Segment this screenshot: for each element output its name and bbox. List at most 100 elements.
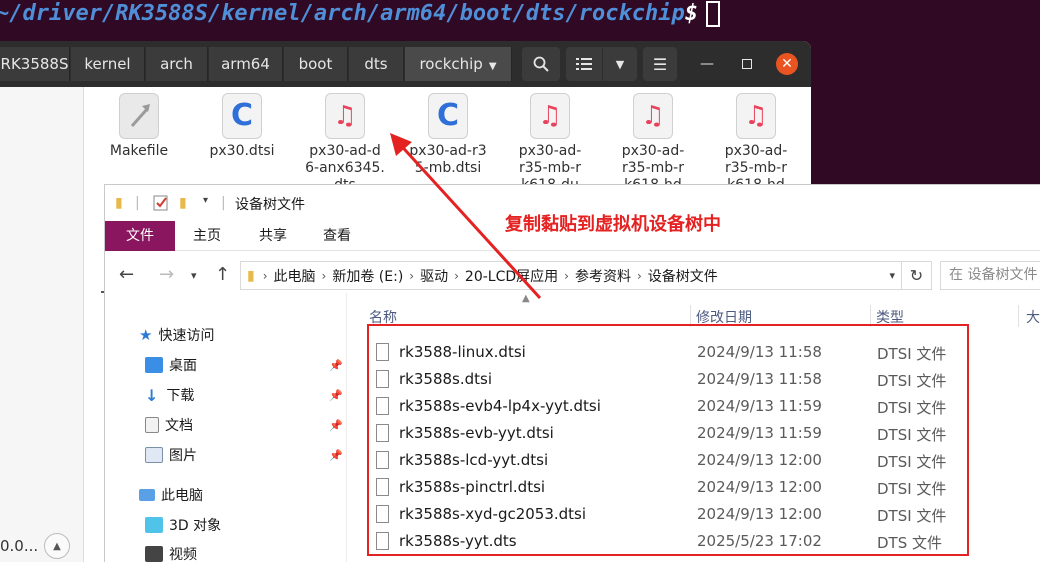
computer-icon <box>139 489 155 501</box>
view-options-button[interactable]: ▼ <box>603 47 637 81</box>
search-icon <box>533 56 549 72</box>
chevron-right-icon: › <box>636 268 642 283</box>
address-segment[interactable]: 设备树文件 <box>648 266 718 286</box>
address-bar[interactable]: ▮ › 此电脑 › 新加卷 (E:) › 驱动 › 20-LCD屏应用 › 参考… <box>240 261 902 290</box>
nautilus-sidebar: 0.0... ▲ <box>0 87 84 562</box>
explorer-sidebar: ★ 快速访问 桌面 📌 ↓ 下载 📌 文档 📌 图片 📌 此电脑 3D 对象 视… <box>105 293 347 562</box>
terminal-prompt-line: ~/driver/RK3588S/kernel/arch/arm64/boot/… <box>0 0 720 28</box>
search-input[interactable]: 在 设备树文件 <box>940 261 1040 290</box>
file-item[interactable]: C px30.dtsi <box>194 93 290 160</box>
separator-icon: | <box>135 195 140 211</box>
pin-icon[interactable]: 📌 <box>329 389 343 402</box>
chevron-down-icon[interactable]: ▾ <box>889 269 895 282</box>
star-icon: ★ <box>139 326 153 344</box>
breadcrumb-arm64[interactable]: arm64 <box>209 47 283 81</box>
address-segment[interactable]: 驱动 <box>420 266 448 286</box>
breadcrumb-rockchip[interactable]: rockchip ▼ <box>405 47 512 81</box>
refresh-icon: ↻ <box>909 266 924 285</box>
forward-button[interactable]: → <box>159 264 174 285</box>
annotation-text: 复制黏贴到虚拟机设备树中 <box>505 214 721 235</box>
file-item[interactable]: ♫ px30-ad-r35-mb-rk618-du <box>502 93 598 195</box>
c-source-icon: C <box>222 93 262 139</box>
list-view-button[interactable] <box>566 47 602 81</box>
file-item[interactable]: ♫ px30-ad-r35-mb-rk618-hd <box>605 93 701 195</box>
recent-locations-button[interactable]: ▾ <box>191 269 197 282</box>
arrow-right-icon: → <box>159 264 175 285</box>
menu-icon: ☰ <box>652 54 668 74</box>
tab-view[interactable]: 查看 <box>313 221 361 251</box>
sidebar-item-label: 图片 <box>169 448 197 464</box>
search-button[interactable] <box>522 47 560 81</box>
sidebar-item-desktop[interactable]: 桌面 <box>145 355 197 375</box>
tab-share[interactable]: 共享 <box>249 221 297 251</box>
tab-home[interactable]: 主页 <box>183 221 231 251</box>
address-segment[interactable]: 参考资料 <box>575 266 631 286</box>
music-icon: ♫ <box>325 93 365 139</box>
minimize-button[interactable]: — <box>696 53 718 75</box>
sidebar-item-label: 视频 <box>169 547 197 562</box>
maximize-button[interactable] <box>736 53 758 75</box>
sidebar-device-label[interactable]: 0.0... <box>0 537 38 555</box>
sort-ascending-icon: ▲ <box>522 293 530 304</box>
sidebar-item-pictures[interactable]: 图片 <box>145 445 197 465</box>
chevron-down-icon: ▼ <box>488 61 497 72</box>
close-icon: ✕ <box>781 56 793 72</box>
menu-button[interactable]: ☰ <box>643 47 677 81</box>
properties-button[interactable] <box>153 195 169 215</box>
folder-icon: ▮ <box>247 267 255 284</box>
address-segment[interactable]: 20-LCD屏应用 <box>465 266 558 286</box>
pin-icon[interactable]: 📌 <box>329 359 343 372</box>
folder-icon: ▮ <box>179 195 187 211</box>
list-view-icon <box>576 58 592 70</box>
pin-icon[interactable]: 📌 <box>329 419 343 432</box>
refresh-button[interactable]: ↻ <box>902 261 932 290</box>
sidebar-item-label: 此电脑 <box>161 488 203 504</box>
terminal-prompt-symbol: $ <box>684 1 698 26</box>
sidebar-item-quick-access[interactable]: ★ 快速访问 <box>139 325 214 345</box>
address-segment[interactable]: 新加卷 (E:) <box>332 266 403 286</box>
sidebar-item-videos[interactable]: 视频 <box>145 544 197 562</box>
chevron-down-icon: ▼ <box>615 57 625 71</box>
breadcrumb-kernel[interactable]: kernel <box>71 47 145 81</box>
address-segment[interactable]: 此电脑 <box>274 266 316 286</box>
maximize-icon <box>742 59 752 69</box>
sidebar-item-documents[interactable]: 文档 <box>145 415 193 435</box>
breadcrumb-boot[interactable]: boot <box>284 47 348 81</box>
file-item[interactable]: ♫ px30-ad-d6-anx6345.dts <box>297 93 393 195</box>
chevron-down-icon: ▾ <box>203 195 209 206</box>
pictures-icon <box>145 447 163 463</box>
up-button[interactable]: ↑ <box>215 264 230 285</box>
chevron-right-icon: › <box>409 268 415 283</box>
arrow-up-icon: ↑ <box>215 264 231 285</box>
customize-toolbar-button[interactable]: ▾ <box>203 195 208 206</box>
terminal-cursor <box>706 1 720 27</box>
tab-file[interactable]: 文件 <box>105 221 175 251</box>
executable-icon <box>119 93 159 139</box>
breadcrumb-rk3588s[interactable]: RK3588S <box>0 47 70 81</box>
eject-icon: ▲ <box>53 540 61 552</box>
music-icon: ♫ <box>736 93 776 139</box>
column-header-size[interactable]: 大 <box>1026 307 1040 327</box>
sidebar-item-3d-objects[interactable]: 3D 对象 <box>145 515 221 535</box>
column-divider[interactable] <box>1018 305 1019 327</box>
annotation-highlight-box <box>367 324 969 556</box>
sidebar-item-downloads[interactable]: ↓ 下载 <box>145 385 194 405</box>
pin-icon[interactable]: 📌 <box>329 449 343 462</box>
close-button[interactable]: ✕ <box>776 53 798 75</box>
desktop-icon <box>145 357 163 373</box>
sidebar-item-this-pc[interactable]: 此电脑 <box>139 485 203 505</box>
file-item[interactable]: Makefile <box>91 93 187 160</box>
breadcrumb-arch[interactable]: arch <box>146 47 208 81</box>
chevron-down-icon: ▾ <box>191 269 197 282</box>
file-item[interactable]: C px30-ad-r35-mb.dtsi <box>400 93 496 177</box>
cube-icon <box>145 517 163 533</box>
sidebar-item-label: 文档 <box>165 418 193 434</box>
file-item[interactable]: ♫ px30-ad-r35-mb-rk618-hd <box>708 93 804 195</box>
sidebar-item-label: 3D 对象 <box>169 518 222 534</box>
sidebar-item-label: 桌面 <box>169 358 197 374</box>
eject-button[interactable]: ▲ <box>44 533 70 559</box>
back-button[interactable]: ← <box>119 264 134 285</box>
breadcrumb-dts[interactable]: dts <box>349 47 404 81</box>
new-folder-button[interactable]: ▮ <box>179 195 187 211</box>
window-title: 设备树文件 <box>235 197 305 213</box>
